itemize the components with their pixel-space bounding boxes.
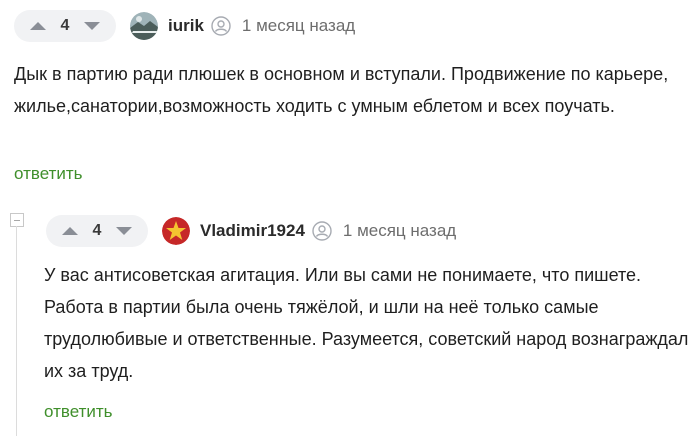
red-star-avatar-icon [162, 217, 190, 245]
landscape-avatar-icon [130, 12, 158, 40]
arrow-down-icon [84, 22, 100, 30]
user-profile-icon[interactable] [311, 220, 333, 242]
username[interactable]: Vladimir1924 [200, 221, 305, 241]
comment-text: Дык в партию ради плюшек в основном и вс… [14, 64, 669, 116]
avatar[interactable] [130, 12, 158, 40]
downvote-button[interactable] [106, 215, 142, 247]
rating-count: 4 [92, 222, 102, 239]
user-profile-icon[interactable] [210, 15, 232, 37]
comment-header: 4 iurik 1 месяц назад [14, 10, 355, 42]
downvote-button[interactable] [74, 10, 110, 42]
vote-widget: 4 [46, 215, 148, 247]
comment: 4 iurik 1 месяц назад Дык в партию ради … [0, 0, 700, 200]
arrow-up-icon [30, 22, 46, 30]
timestamp[interactable]: 1 месяц назад [343, 221, 456, 241]
arrow-down-icon [116, 227, 132, 235]
username[interactable]: iurik [168, 16, 204, 36]
comment-text: У вас антисоветская агитация. Или вы сам… [44, 265, 689, 381]
upvote-button[interactable] [20, 10, 56, 42]
upvote-button[interactable] [52, 215, 88, 247]
rating-count: 4 [60, 17, 70, 34]
reply-link[interactable]: ответить [44, 402, 113, 422]
comment-header: 4 Vladimir1924 1 месяц назад [46, 215, 456, 247]
reply-link[interactable]: ответить [14, 164, 83, 184]
avatar[interactable] [162, 217, 190, 245]
comment: 4 Vladimir1924 1 месяц назад У вас антис… [0, 200, 700, 435]
timestamp[interactable]: 1 месяц назад [242, 16, 355, 36]
vote-widget: 4 [14, 10, 116, 42]
arrow-up-icon [62, 227, 78, 235]
